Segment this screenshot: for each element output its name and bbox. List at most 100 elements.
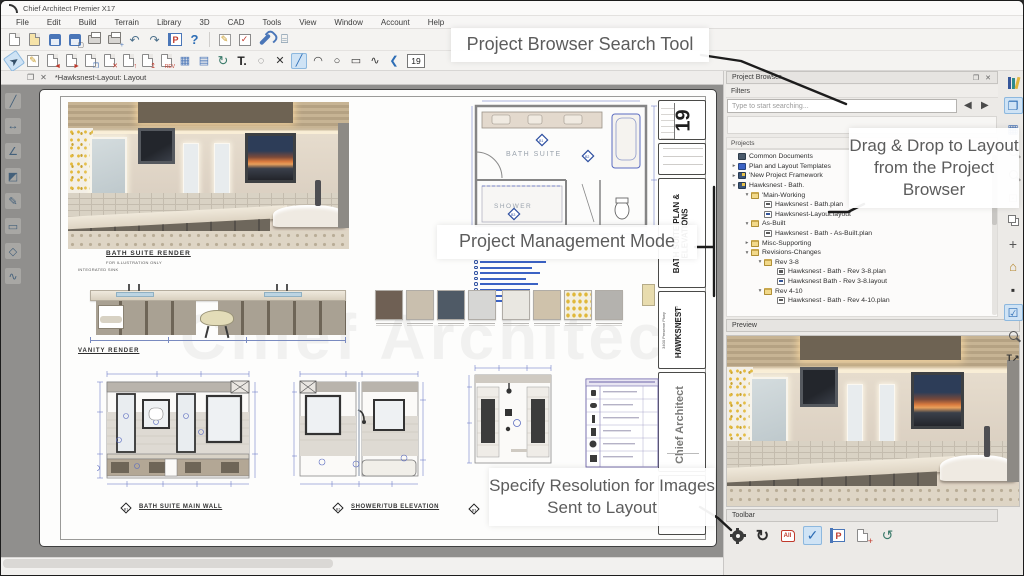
active-layer-icon[interactable]: ▪	[1004, 281, 1023, 298]
layer-sets-icon[interactable]	[1004, 212, 1023, 229]
menu-window[interactable]: Window	[325, 18, 371, 27]
tree-expander-icon[interactable]: ▾	[743, 250, 751, 256]
tree-item[interactable]: ▾Rev 4-10	[727, 286, 997, 296]
redo-icon[interactable]: ↷	[146, 31, 163, 48]
tree-item[interactable]: Hawksnest Bath - Rev 3-8.layout	[727, 277, 997, 287]
tree-expander-icon[interactable]: ▾	[743, 192, 751, 198]
canvas-hscrollbar-thumb[interactable]	[3, 559, 333, 568]
find-in-plan-icon[interactable]	[1004, 327, 1023, 344]
project-browser-icon[interactable]: ❐	[1004, 97, 1023, 114]
customize-toolbar-icon[interactable]: ✓	[803, 526, 822, 545]
search-prev-icon[interactable]: ◀	[964, 100, 972, 111]
page-number-box[interactable]: 19	[407, 54, 425, 68]
tree-item[interactable]: Hawksnest-Layout.layout	[727, 210, 997, 220]
back-tool-icon[interactable]: ❮	[386, 53, 402, 69]
menu-view[interactable]: View	[290, 18, 325, 27]
draw-line-icon[interactable]: ╱	[291, 53, 307, 69]
draw-rectangle-icon[interactable]: ▭	[348, 53, 364, 69]
menu-help[interactable]: Help	[419, 18, 453, 27]
close-tab-icon[interactable]: ✕	[40, 73, 47, 82]
delete-page-icon[interactable]: ✕	[101, 53, 117, 69]
project-management-mode-icon[interactable]: P	[166, 31, 183, 48]
menu-3d[interactable]: 3D	[190, 18, 218, 27]
tree-item[interactable]: ▸Misc-Supporting	[727, 238, 997, 248]
library-browser-icon[interactable]	[1004, 74, 1023, 91]
document-tab[interactable]: *Hawksnest-Layout: Layout	[55, 73, 146, 82]
menu-account[interactable]: Account	[372, 18, 419, 27]
box-tool-icon[interactable]: ▭	[5, 218, 21, 234]
text-leader-icon[interactable]: T↗	[1004, 350, 1023, 367]
undo-icon[interactable]: ↶	[126, 31, 143, 48]
tree-expander-icon[interactable]: ▸	[730, 173, 738, 179]
save-as-icon[interactable]: ▢	[66, 31, 83, 48]
edit-page-table-icon[interactable]: ▦	[177, 53, 193, 69]
draw-line-side-icon[interactable]: ╱	[5, 93, 21, 109]
dimension-tool-icon[interactable]: ↔	[5, 118, 21, 134]
select-objects-side-icon[interactable]: ☑	[1004, 304, 1023, 321]
filters-bar[interactable]: Filters	[726, 85, 998, 98]
settings-icon[interactable]	[728, 526, 747, 545]
print-to-layout-icon[interactable]: +	[106, 31, 123, 48]
search-next-icon[interactable]: ▶	[981, 100, 989, 111]
previous-page-icon[interactable]: ◄	[44, 53, 60, 69]
tree-item[interactable]: ▾As-Built	[727, 219, 997, 229]
default-settings-icon[interactable]: ✓	[236, 31, 253, 48]
pin-panel-icon[interactable]: ❐	[973, 75, 981, 82]
draw-polyline-icon[interactable]: ∿	[367, 53, 383, 69]
menu-file[interactable]: File	[7, 18, 38, 27]
project-management-toolbar-icon[interactable]: P	[828, 526, 847, 545]
tree-item[interactable]: Hawksnest - Bath - As-Built.plan	[727, 229, 997, 239]
annotate-tool-icon[interactable]: ✎	[5, 193, 21, 209]
copy-page-icon[interactable]: ❐	[82, 53, 98, 69]
open-file-icon[interactable]	[26, 31, 43, 48]
send-to-layout-icon[interactable]: ↺	[878, 526, 897, 545]
text-callout-icon[interactable]: ◌	[253, 53, 269, 69]
tree-expander-icon[interactable]: ▾	[756, 259, 764, 265]
menu-cad[interactable]: CAD	[219, 18, 254, 27]
search-input[interactable]: Type to start searching...	[727, 99, 957, 113]
select-objects-icon[interactable]: ➤	[3, 49, 25, 71]
delete-object-icon[interactable]: ✕	[272, 53, 288, 69]
edit-layout-lines-icon[interactable]: ✎	[25, 53, 41, 69]
menu-edit[interactable]: Edit	[38, 18, 70, 27]
add-item-icon[interactable]: +	[1004, 235, 1023, 252]
menu-library[interactable]: Library	[148, 18, 190, 27]
angle-tool-icon[interactable]: ∠	[5, 143, 21, 159]
new-page-icon[interactable]: +	[853, 526, 872, 545]
space-planning-icon[interactable]: ⌸	[276, 31, 293, 48]
dock-icon[interactable]: ❐	[27, 73, 34, 82]
preferences-icon[interactable]: ✎	[216, 31, 233, 48]
tree-item[interactable]: ▾Rev 3-8	[727, 258, 997, 268]
elevation-tool-icon[interactable]: ◩	[5, 168, 21, 184]
text-icon[interactable]: T.	[234, 53, 250, 69]
rotate-view-icon[interactable]: ↻	[215, 53, 231, 69]
tree-item[interactable]: ▾Revisions-Changes	[727, 248, 997, 258]
new-file-icon[interactable]	[6, 31, 23, 48]
refresh-toolbars-icon[interactable]: ↻	[753, 526, 772, 545]
page-schedule-icon[interactable]: ▤	[196, 53, 212, 69]
draw-circle-icon[interactable]: ○	[329, 53, 345, 69]
tree-expander-icon[interactable]: ▾	[756, 288, 764, 294]
all-toolbars-icon[interactable]: All	[778, 526, 797, 545]
next-page-icon[interactable]: ►	[63, 53, 79, 69]
preview-render-image[interactable]	[726, 335, 1020, 507]
tree-item[interactable]: Hawksnest - Bath - Rev 4-10.plan	[727, 296, 997, 306]
adjust-tools-icon[interactable]	[256, 31, 273, 48]
plan-defaults-icon[interactable]: ⌂	[1004, 258, 1023, 275]
save-icon[interactable]	[46, 31, 63, 48]
tree-expander-icon[interactable]: ▸	[730, 163, 738, 169]
tree-item[interactable]: Hawksnest - Bath - Rev 3-8.plan	[727, 267, 997, 277]
tree-expander-icon[interactable]: ▾	[730, 183, 738, 189]
tree-expander-icon[interactable]: ▾	[743, 221, 751, 227]
close-panel-icon[interactable]: ✕	[985, 75, 993, 82]
tree-expander-icon[interactable]: ▸	[743, 240, 751, 246]
menu-terrain[interactable]: Terrain	[105, 18, 147, 27]
menu-tools[interactable]: Tools	[254, 18, 291, 27]
print-icon[interactable]	[86, 31, 103, 48]
menu-build[interactable]: Build	[70, 18, 106, 27]
marker-tool-icon[interactable]: ◇	[5, 243, 21, 259]
help-icon[interactable]: ?	[186, 31, 203, 48]
add-page-icon[interactable]: ↥	[139, 53, 155, 69]
spline-tool-icon[interactable]: ∿	[5, 268, 21, 284]
draw-arc-icon[interactable]: ◠	[310, 53, 326, 69]
